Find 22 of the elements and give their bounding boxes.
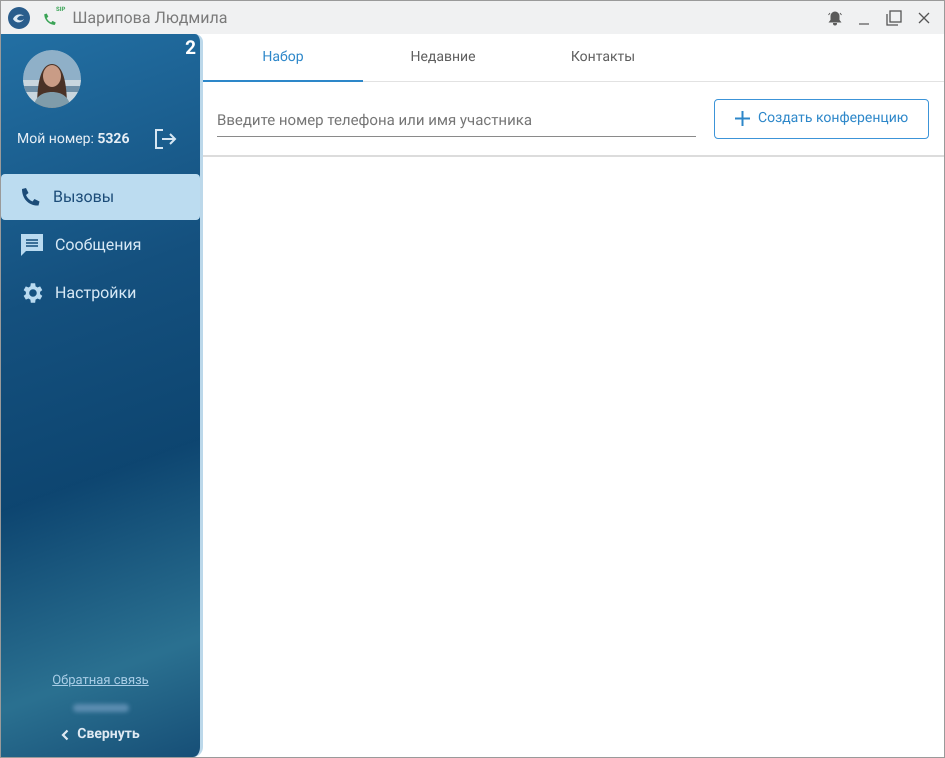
tab[interactable]: Недавние [363,34,523,82]
tab[interactable]: Контакты [523,34,683,82]
count-label: 2 [185,38,196,57]
bell-icon[interactable] [827,10,843,26]
search-field[interactable]: Введите номер телефона или имя участника [217,104,696,136]
feedback-link[interactable]: Обратная связь [52,670,149,690]
blurred-text [72,704,128,712]
nav-item[interactable]: Сообщения [1,222,200,268]
message-icon [19,232,45,258]
nav-item[interactable]: Вызовы [1,174,200,220]
my-number-label: Мой номер: 5326 [17,130,130,148]
logout-icon[interactable] [154,128,178,150]
nav-item[interactable]: Настройки [1,270,200,316]
maximize-icon[interactable] [886,10,902,26]
collapse-button[interactable]: Свернуть [61,724,140,745]
close-icon[interactable] [918,12,930,24]
plus-icon [735,111,750,126]
window-title: Шарипова Людмила [72,6,228,28]
chevron-left-icon [61,728,70,740]
create-conference-button[interactable]: Создать конференцию [714,98,930,138]
tab[interactable]: Набор [203,34,363,82]
app-logo-icon [8,6,30,28]
